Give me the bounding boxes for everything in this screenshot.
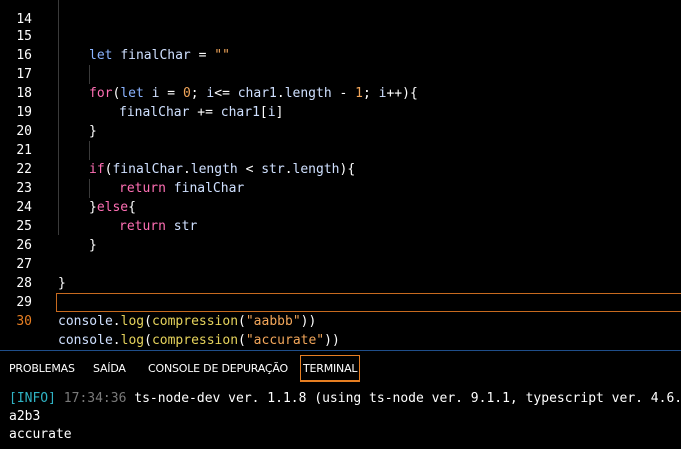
code-text[interactable]: console.log(compression("accurate")) xyxy=(58,331,340,350)
code-line: 28 xyxy=(0,255,681,291)
code-text[interactable]: console.log(compression("aabbb")) xyxy=(58,312,316,331)
code-line-current: 30 console.log(compression("accurate")) xyxy=(0,293,681,348)
code-line: 24 return str xyxy=(0,179,681,234)
info-tag: [INFO] xyxy=(9,391,56,406)
code-line: 16 xyxy=(0,27,681,63)
info-time: 17:34:36 xyxy=(63,391,127,406)
terminal-output[interactable]: [INFO] 17:34:36 ts-node-dev ver. 1.1.8 (… xyxy=(0,388,681,449)
code-line: 25 } xyxy=(0,198,681,253)
code-line: 26 xyxy=(0,217,681,253)
code-editor[interactable]: 14 15 let finalChar = "" 16 17 for(let i… xyxy=(0,0,681,350)
info-message: ts-node-dev ver. 1.1.8 (using ts-node ve… xyxy=(134,391,681,406)
panel-tab-bar: PROBLEMAS SAÍDA CONSOLE DE DEPURAÇÃO TER… xyxy=(0,351,681,385)
tab-output[interactable]: SAÍDA xyxy=(93,362,126,375)
terminal-output-line: a2b3 xyxy=(9,409,41,424)
code-line: 22 return finalChar xyxy=(0,141,681,196)
code-line: 21 if(finalChar.length < str.length){ xyxy=(0,122,681,177)
tab-problems[interactable]: PROBLEMAS xyxy=(9,362,75,375)
line-number-active: 30 xyxy=(16,314,32,329)
code-line: 15 let finalChar = "" xyxy=(0,8,681,63)
code-line: 20 xyxy=(0,103,681,139)
code-line: 19 } xyxy=(0,84,681,139)
code-line: 23 }else{ xyxy=(0,160,681,215)
code-line: 29 console.log(compression("aabbb")) xyxy=(0,274,681,329)
code-line: 27 } xyxy=(0,236,681,291)
terminal-info-line: [INFO] 17:34:36 ts-node-dev ver. 1.1.8 (… xyxy=(9,390,681,408)
tab-debug-console[interactable]: CONSOLE DE DEPURAÇÃO xyxy=(148,362,288,375)
code-line: 17 for(let i = 0; i<= char1.length - 1; … xyxy=(0,46,681,101)
code-line: 18 finalChar += char1[i] xyxy=(0,65,681,120)
terminal-output-line: accurate xyxy=(9,427,72,442)
tab-terminal[interactable]: TERMINAL xyxy=(300,355,361,382)
